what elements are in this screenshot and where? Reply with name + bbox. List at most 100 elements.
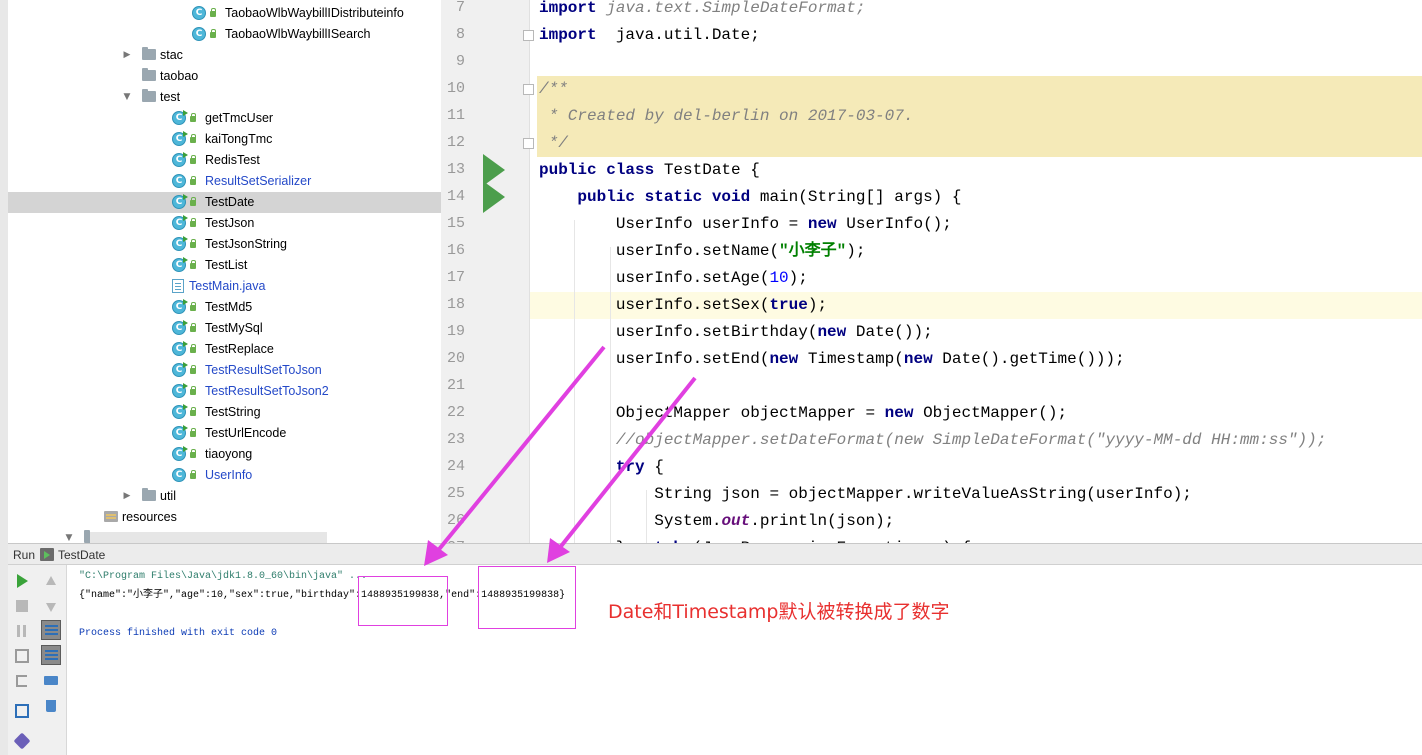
code-line[interactable]: 18 userInfo.setSex(true);: [441, 292, 1422, 319]
code-line[interactable]: 26 System.out.println(json);: [441, 508, 1422, 535]
scroll-to-end-button[interactable]: [41, 645, 61, 665]
code-line[interactable]: 16 userInfo.setName("小李子");: [441, 238, 1422, 265]
tree-item-label: TestMain.java: [189, 279, 266, 293]
tree-item[interactable]: C UserInfo: [8, 465, 441, 486]
project-tree[interactable]: C TaobaoWlbWaybillIDistributeinfo C TaobaoW…: [0, 0, 441, 543]
code-line[interactable]: 13 public class TestDate {: [441, 157, 1422, 184]
tree-item[interactable]: Ctiaoyong: [8, 444, 441, 465]
run-badge-icon: [183, 341, 188, 347]
code-text: userInfo.setEnd(new Timestamp(new Date()…: [539, 350, 1125, 368]
restore-layout-button[interactable]: [12, 701, 32, 721]
expand-down-icon[interactable]: ▼: [64, 532, 74, 543]
tree-item[interactable]: C TestDate: [8, 192, 441, 213]
tree-item-label: TaobaoWlbWaybillISearch: [225, 27, 371, 41]
code-line[interactable]: 22 ObjectMapper objectMapper = new Objec…: [441, 400, 1422, 427]
access-lock-icon: [190, 155, 196, 164]
expand-down-icon[interactable]: ▼: [122, 91, 132, 103]
expand-right-icon[interactable]: ▶: [122, 49, 132, 61]
tree-item[interactable]: ▶ util: [8, 486, 441, 507]
code-editor[interactable]: 7 import java.text.SimpleDateFormat; 8 impo…: [441, 0, 1422, 543]
pause-button[interactable]: [12, 621, 32, 641]
arrow-up-icon: [46, 576, 56, 585]
fold-marker-icon[interactable]: [523, 84, 534, 95]
tree-item[interactable]: C TestString: [8, 402, 441, 423]
tree-horizontal-scrollbar[interactable]: [90, 532, 327, 543]
tree-item[interactable]: C TestJson: [8, 213, 441, 234]
code-line[interactable]: 8 import java.util.Date;: [441, 22, 1422, 49]
exit-button[interactable]: [12, 671, 32, 691]
code-line[interactable]: 24 try {: [441, 454, 1422, 481]
tree-item[interactable]: resources: [8, 507, 441, 528]
run-badge-icon: [183, 299, 188, 305]
tree-item[interactable]: ▶ stac: [8, 45, 441, 66]
tree-item[interactable]: CkaiTongTmc: [8, 129, 441, 150]
code-text: userInfo.setBirthday(new Date());: [539, 323, 933, 341]
stop-icon: [16, 600, 28, 612]
code-line[interactable]: 12 */: [441, 130, 1422, 157]
tree-item[interactable]: TestMain.java: [8, 276, 441, 297]
run-gutter-icon[interactable]: [483, 181, 505, 213]
tree-item[interactable]: C TestResultSetToJson: [8, 360, 441, 381]
clear-all-button[interactable]: [41, 696, 61, 716]
tree-item[interactable]: C TestUrlEncode: [8, 423, 441, 444]
code-line[interactable]: 9: [441, 49, 1422, 76]
tree-item[interactable]: CgetTmcUser: [8, 108, 441, 129]
soft-wrap-button[interactable]: [41, 620, 61, 640]
rerun-button[interactable]: [12, 571, 32, 591]
code-line[interactable]: 15 UserInfo userInfo = new UserInfo();: [441, 211, 1422, 238]
pin-tab-button[interactable]: [12, 731, 32, 751]
code-line[interactable]: 17 userInfo.setAge(10);: [441, 265, 1422, 292]
code-line[interactable]: 10 /**: [441, 76, 1422, 103]
tree-item-label: test: [160, 90, 181, 104]
code-line[interactable]: 20 userInfo.setEnd(new Timestamp(new Dat…: [441, 346, 1422, 373]
line-number: 17: [446, 269, 465, 286]
code-line[interactable]: 11 * Created by del-berlin on 2017-03-07…: [441, 103, 1422, 130]
tree-item-label: taobao: [160, 69, 199, 83]
tree-item[interactable]: C TaobaoWlbWaybillISearch: [8, 24, 441, 45]
code-line[interactable]: 25 String json = objectMapper.writeValue…: [441, 481, 1422, 508]
run-badge-icon: [183, 320, 188, 326]
line-number: 24: [446, 458, 465, 475]
tree-item[interactable]: C TestResultSetToJson2: [8, 381, 441, 402]
runnable-class-icon: C: [172, 236, 188, 251]
trash-icon: [46, 700, 56, 712]
dump-threads-button[interactable]: [12, 646, 32, 666]
tree-item[interactable]: C TestReplace: [8, 339, 441, 360]
tree-item[interactable]: C TestMd5: [8, 297, 441, 318]
runnable-class-icon: C: [172, 152, 188, 167]
scroll-down-button[interactable]: [41, 596, 61, 616]
code-line[interactable]: 19 userInfo.setBirthday(new Date());: [441, 319, 1422, 346]
tree-item[interactable]: C ResultSetSerializer: [8, 171, 441, 192]
fold-marker-icon[interactable]: [523, 30, 534, 41]
print-button[interactable]: [41, 671, 61, 691]
access-lock-icon: [190, 176, 196, 185]
runnable-class-icon: C: [172, 320, 188, 335]
stop-button[interactable]: [12, 596, 32, 616]
tree-item[interactable]: taobao: [8, 66, 441, 87]
run-tab-label[interactable]: Run: [13, 548, 35, 562]
tree-item[interactable]: C TaobaoWlbWaybillIDistributeinfo: [8, 3, 441, 24]
runnable-class-icon: C: [172, 404, 188, 419]
tree-item[interactable]: ▼ test: [8, 87, 441, 108]
tree-item[interactable]: C RedisTest: [8, 150, 441, 171]
access-lock-icon: [190, 218, 196, 227]
code-line[interactable]: 21: [441, 373, 1422, 400]
line-number: 11: [446, 107, 465, 124]
pin-icon: [13, 732, 31, 750]
tree-item[interactable]: C TestMySql: [8, 318, 441, 339]
code-line[interactable]: 14 public static void main(String[] args…: [441, 184, 1422, 211]
fold-marker-icon[interactable]: [523, 138, 534, 149]
code-line[interactable]: 27 } catch (JsonProcessingException e) {: [441, 535, 1422, 543]
code-text: import java.util.Date;: [539, 26, 760, 44]
tree-item[interactable]: C TestList: [8, 255, 441, 276]
access-lock-icon: [190, 239, 196, 248]
code-line[interactable]: 7 import java.text.SimpleDateFormat;: [441, 0, 1422, 22]
code-line[interactable]: 23 //objectMapper.setDateFormat(new Simp…: [441, 427, 1422, 454]
tree-item-label: TestResultSetToJson2: [205, 384, 329, 398]
scroll-up-button[interactable]: [41, 571, 61, 591]
code-text: import java.text.SimpleDateFormat;: [539, 0, 866, 17]
tree-item[interactable]: C TestJsonString: [8, 234, 441, 255]
expand-right-icon[interactable]: ▶: [122, 490, 132, 502]
console-output[interactable]: "C:\Program Files\Java\jdk1.8.0_60\bin\j…: [67, 565, 1422, 755]
run-config-name[interactable]: TestDate: [58, 548, 105, 562]
